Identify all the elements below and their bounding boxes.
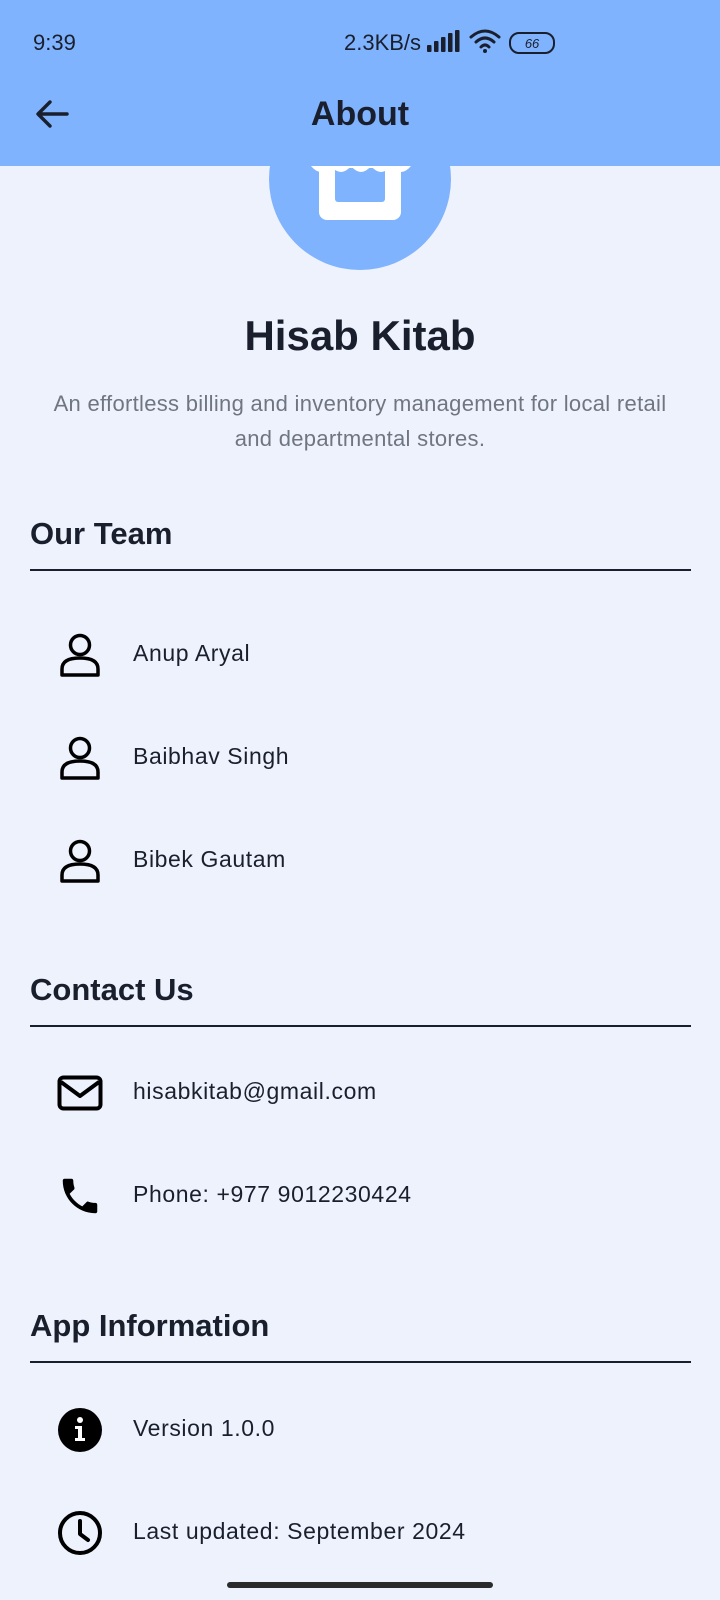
last-updated-row: Last updated: September 2024 xyxy=(0,1502,720,1562)
signal-icon xyxy=(427,29,461,57)
team-member-row[interactable]: Bibek Gautam xyxy=(0,830,720,890)
app-description: An effortless billing and inventory mana… xyxy=(53,391,667,451)
person-icon xyxy=(56,735,104,781)
team-member-name: Bibek Gautam xyxy=(133,846,286,872)
contact-section-title: Contact Us xyxy=(30,972,194,1007)
clock-icon xyxy=(56,1510,104,1556)
battery-icon: 66 xyxy=(509,32,556,54)
app-info-section-title: App Information xyxy=(30,1308,270,1343)
battery-level: 66 xyxy=(524,35,540,51)
contact-phone: Phone: +977 9012230424 xyxy=(133,1181,412,1207)
team-member-name: Baibhav Singh xyxy=(133,743,290,769)
info-icon xyxy=(56,1407,104,1453)
app-info-divider xyxy=(30,1361,691,1363)
team-member-name: Anup Aryal xyxy=(133,640,251,666)
status-indicators: 2.3KB/s 66 xyxy=(344,28,556,58)
contact-email-row[interactable]: hisabkitab@gmail.com xyxy=(0,1062,720,1122)
home-indicator[interactable] xyxy=(227,1582,493,1588)
app-bar: 9:39 2.3KB/s 66 About xyxy=(0,0,720,166)
contact-divider xyxy=(30,1025,691,1027)
last-updated: Last updated: September 2024 xyxy=(133,1518,466,1544)
team-section-title: Our Team xyxy=(30,516,173,551)
phone-icon xyxy=(56,1173,104,1219)
page-title: About xyxy=(310,95,410,133)
person-icon xyxy=(56,632,104,678)
contact-phone-row[interactable]: Phone: +977 9012230424 xyxy=(0,1165,720,1225)
team-member-row[interactable]: Anup Aryal xyxy=(0,624,720,684)
email-icon xyxy=(56,1070,104,1116)
app-version: Version 1.0.0 xyxy=(133,1415,276,1441)
status-bar: 9:39 2.3KB/s 66 xyxy=(0,0,720,86)
status-time: 9:39 xyxy=(33,30,76,55)
app-version-row: Version 1.0.0 xyxy=(0,1399,720,1459)
app-name: Hisab Kitab xyxy=(244,312,476,359)
team-divider xyxy=(30,569,691,571)
wifi-icon xyxy=(469,29,501,58)
contact-email: hisabkitab@gmail.com xyxy=(133,1078,377,1104)
person-icon xyxy=(56,838,104,884)
team-member-row[interactable]: Baibhav Singh xyxy=(0,727,720,787)
network-speed: 2.3KB/s xyxy=(344,30,422,55)
